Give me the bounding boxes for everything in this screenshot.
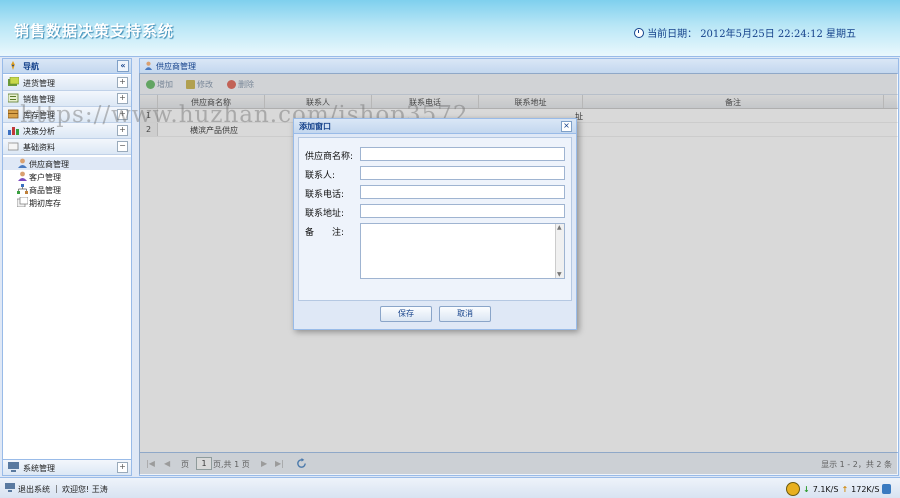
system-icon	[8, 462, 19, 472]
nav-item-label: 商品管理	[29, 186, 61, 195]
sales-icon	[8, 93, 19, 103]
dialog-title: 添加窗口	[299, 122, 331, 131]
date-value: 2012年5月25日 22:24:12 星期五	[700, 29, 856, 40]
collapse-icon[interactable]: −	[117, 141, 128, 152]
nav-item-product[interactable]: 商品管理	[3, 183, 131, 196]
address-input[interactable]	[360, 204, 565, 218]
nav-item-initial-stock[interactable]: 期初库存	[3, 196, 131, 209]
contact-input[interactable]	[360, 166, 565, 180]
nav-item-supplier[interactable]: 供应商管理	[3, 157, 131, 170]
folder-icon	[8, 142, 19, 151]
nav-section-system[interactable]: 系统管理 +	[3, 459, 131, 475]
app-header: 销售数据决策支持系统 当前日期： 2012年5月25日 22:24:12 星期五	[0, 0, 900, 57]
scroll-up-icon[interactable]: ▲	[557, 224, 562, 231]
user-icon	[144, 61, 153, 70]
contact-label: 联系人:	[305, 171, 336, 181]
date-label: 当前日期：	[647, 29, 698, 40]
network-icon	[786, 482, 800, 496]
nav-section-label: 进货管理	[23, 79, 55, 88]
nav-item-customer[interactable]: 客户管理	[3, 170, 131, 183]
logout-icon[interactable]	[5, 483, 15, 492]
welcome-text: 欢迎您! 王涛	[62, 485, 108, 494]
dialog-form: 供应商名称: 联系人: 联系电话: 联系地址: 备 注: ▲ ▼	[298, 137, 572, 301]
nav-section-basic-data[interactable]: 基础资料 −	[3, 139, 131, 155]
phone-label: 联系电话:	[305, 190, 345, 200]
collapse-nav-button[interactable]: «	[117, 60, 129, 72]
purchase-icon	[8, 77, 19, 86]
phone-input[interactable]	[360, 185, 565, 199]
nav-section-label: 基础资料	[23, 143, 55, 152]
supplier-name-label: 供应商名称:	[305, 152, 354, 162]
customer-icon	[18, 171, 27, 181]
nav-title: 导航	[23, 62, 39, 71]
download-speed: 7.1K/S	[812, 484, 839, 494]
nav-header: 导航 «	[3, 59, 131, 74]
supplier-name-input[interactable]	[360, 147, 565, 161]
bar-chart-icon	[8, 127, 19, 135]
current-date: 当前日期： 2012年5月25日 22:24:12 星期五	[634, 25, 856, 40]
nav-section-purchase[interactable]: 进货管理 +	[3, 75, 131, 91]
scroll-down-icon[interactable]: ▼	[557, 271, 562, 278]
nav-item-label: 期初库存	[29, 199, 61, 208]
save-button[interactable]: 保存	[380, 306, 432, 322]
add-supplier-dialog: 添加窗口 × 供应商名称: 联系人: 联系电话: 联系地址: 备 注: ▲ ▼ …	[293, 118, 577, 330]
main-panel-header: 供应商管理	[140, 59, 898, 74]
cancel-button[interactable]: 取消	[439, 306, 491, 322]
nav-item-label: 供应商管理	[29, 160, 69, 169]
nav-section-label: 系统管理	[23, 464, 55, 473]
status-bar: 退出系统 | 欢迎您! 王涛 ↓ 7.1K/S ↑ 172K/S	[0, 477, 900, 498]
user-icon	[18, 158, 27, 168]
stock-icon	[17, 197, 28, 207]
close-icon[interactable]: ×	[561, 121, 572, 132]
address-label: 联系地址:	[305, 209, 345, 219]
network-monitor: ↓ 7.1K/S ↑ 172K/S	[786, 482, 892, 496]
status-divider: |	[55, 484, 58, 493]
upload-arrow-icon: ↑	[841, 484, 849, 494]
app-title: 销售数据决策支持系统	[14, 22, 175, 40]
logout-link[interactable]: 退出系统	[18, 484, 50, 495]
compass-icon	[11, 61, 15, 70]
remark-textarea[interactable]: ▲ ▼	[360, 223, 565, 279]
inventory-icon	[8, 109, 19, 119]
clock-icon	[634, 27, 645, 38]
expand-icon[interactable]: +	[117, 77, 128, 88]
hierarchy-icon	[17, 184, 28, 194]
remark-label: 备 注:	[305, 228, 345, 238]
main-panel-title: 供应商管理	[156, 62, 196, 71]
download-arrow-icon: ↓	[803, 484, 810, 494]
upload-speed: 172K/S	[851, 484, 880, 494]
remark-scrollbar[interactable]: ▲ ▼	[555, 224, 564, 278]
nav-item-label: 客户管理	[29, 173, 61, 182]
dialog-header: 添加窗口 ×	[294, 119, 576, 134]
tray-icon	[882, 484, 892, 494]
expand-icon[interactable]: +	[117, 462, 128, 473]
